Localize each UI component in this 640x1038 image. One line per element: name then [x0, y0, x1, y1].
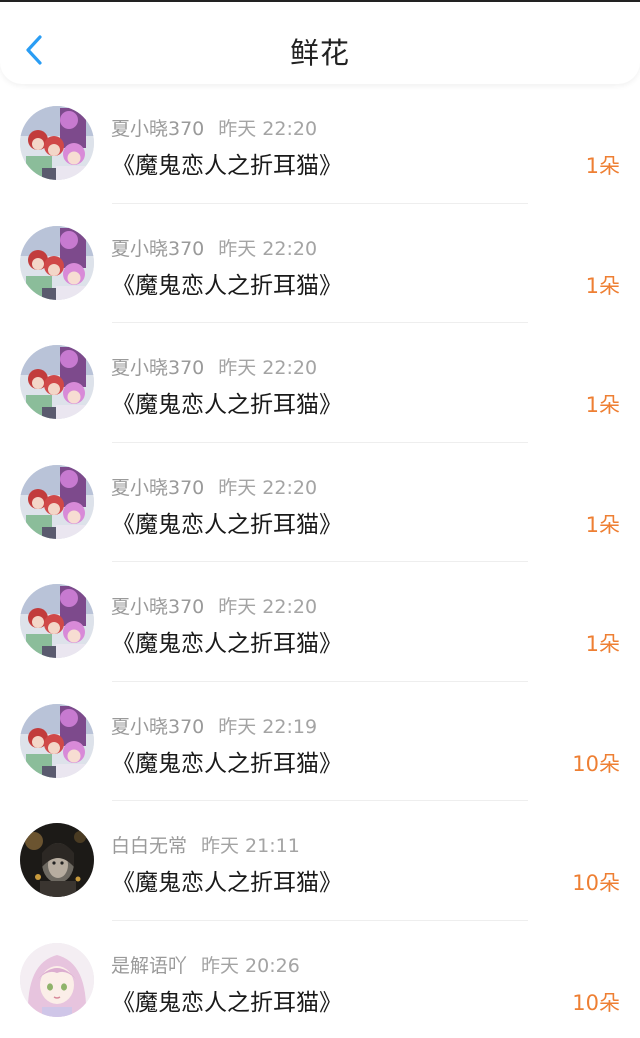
timestamp: 昨天 22:20	[218, 476, 318, 499]
anime-group-avatar-image	[20, 345, 94, 419]
item-meta: 夏小晓370 昨天 22:20	[111, 353, 317, 380]
work-title[interactable]: 《魔鬼恋人之折耳猫》	[112, 505, 342, 539]
anime-group-avatar-image	[20, 464, 94, 539]
flower-count: 10朵	[572, 751, 620, 776]
timestamp: 昨天 22:20	[218, 596, 318, 618]
pink-girl-avatar-image	[20, 942, 94, 1017]
list-item[interactable]: 夏小晓370 昨天 22:20 《魔鬼恋人之折耳猫》 1朵	[0, 443, 640, 562]
avatar[interactable]	[20, 703, 94, 778]
work-title[interactable]: 《魔鬼恋人之折耳猫》	[112, 983, 342, 1017]
list-item[interactable]: 夏小晓370 昨天 22:20 《魔鬼恋人之折耳猫》 1朵	[0, 204, 640, 323]
list-item[interactable]: 白白无常 昨天 21:11 《魔鬼恋人之折耳猫》 10朵	[0, 801, 640, 921]
username[interactable]: 是解语吖	[111, 955, 187, 977]
item-meta: 白白无常 昨天 21:11	[111, 831, 300, 858]
work-title[interactable]: 《魔鬼恋人之折耳猫》	[112, 744, 342, 778]
anime-group-avatar-image	[20, 225, 94, 300]
list-item[interactable]: 夏小晓370 昨天 22:19 《魔鬼恋人之折耳猫》 10朵	[0, 682, 640, 801]
username[interactable]: 夏小晓370	[111, 357, 204, 379]
username[interactable]: 夏小晓370	[111, 238, 204, 260]
dark-portrait-avatar-image	[20, 823, 94, 897]
timestamp: 昨天 20:26	[201, 954, 300, 977]
item-meta: 是解语吖 昨天 20:26	[111, 951, 300, 978]
flower-count: 1朵	[585, 273, 620, 298]
username[interactable]: 夏小晓370	[111, 716, 204, 738]
item-meta: 夏小晓370 昨天 22:20	[111, 234, 317, 261]
screen: 鲜花 夏小晓370 昨天 22:20 《魔鬼恋人之折耳猫》 1朵 夏小晓370 …	[0, 0, 640, 1038]
username[interactable]: 夏小晓370	[111, 596, 204, 618]
list-item[interactable]: 夏小晓370 昨天 22:20 《魔鬼恋人之折耳猫》 1朵	[0, 562, 640, 682]
username[interactable]: 夏小晓370	[111, 118, 204, 140]
flower-count: 1朵	[585, 393, 620, 417]
timestamp: 昨天 22:20	[218, 237, 318, 260]
avatar[interactable]	[20, 225, 94, 300]
avatar[interactable]	[20, 823, 94, 897]
list-item[interactable]: 夏小晓370 昨天 22:20 《魔鬼恋人之折耳猫》 1朵	[0, 84, 640, 204]
work-title[interactable]: 《魔鬼恋人之折耳猫》	[112, 266, 342, 300]
username[interactable]: 白白无常	[111, 835, 187, 857]
flower-count: 1朵	[585, 154, 620, 178]
avatar[interactable]	[20, 106, 94, 180]
top-bar: 鲜花	[0, 0, 640, 84]
flower-list: 夏小晓370 昨天 22:20 《魔鬼恋人之折耳猫》 1朵 夏小晓370 昨天 …	[0, 84, 640, 1038]
anime-group-avatar-image	[20, 703, 94, 778]
timestamp: 昨天 21:11	[201, 835, 300, 857]
avatar[interactable]	[20, 464, 94, 539]
item-meta: 夏小晓370 昨天 22:19	[111, 712, 317, 739]
flower-count: 10朵	[572, 871, 620, 895]
item-meta: 夏小晓370 昨天 22:20	[111, 114, 317, 141]
item-meta: 夏小晓370 昨天 22:20	[111, 473, 317, 500]
list-item[interactable]: 是解语吖 昨天 20:26 《魔鬼恋人之折耳猫》 10朵	[0, 921, 640, 1038]
avatar[interactable]	[20, 942, 94, 1017]
timestamp: 昨天 22:20	[218, 357, 318, 379]
flower-count: 1朵	[585, 512, 620, 537]
avatar[interactable]	[20, 584, 94, 658]
anime-group-avatar-image	[20, 106, 94, 180]
work-title[interactable]: 《魔鬼恋人之折耳猫》	[112, 863, 342, 897]
avatar[interactable]	[20, 345, 94, 419]
timestamp: 昨天 22:20	[218, 118, 318, 140]
anime-group-avatar-image	[20, 584, 94, 658]
username[interactable]: 夏小晓370	[111, 477, 204, 499]
work-title[interactable]: 《魔鬼恋人之折耳猫》	[112, 385, 342, 419]
flower-count: 1朵	[585, 632, 620, 656]
item-meta: 夏小晓370 昨天 22:20	[111, 592, 317, 619]
list-item[interactable]: 夏小晓370 昨天 22:20 《魔鬼恋人之折耳猫》 1朵	[0, 323, 640, 443]
timestamp: 昨天 22:19	[218, 715, 318, 738]
work-title[interactable]: 《魔鬼恋人之折耳猫》	[112, 624, 342, 658]
page-title: 鲜花	[289, 36, 350, 70]
work-title[interactable]: 《魔鬼恋人之折耳猫》	[112, 146, 342, 180]
flower-count: 10朵	[572, 990, 620, 1015]
